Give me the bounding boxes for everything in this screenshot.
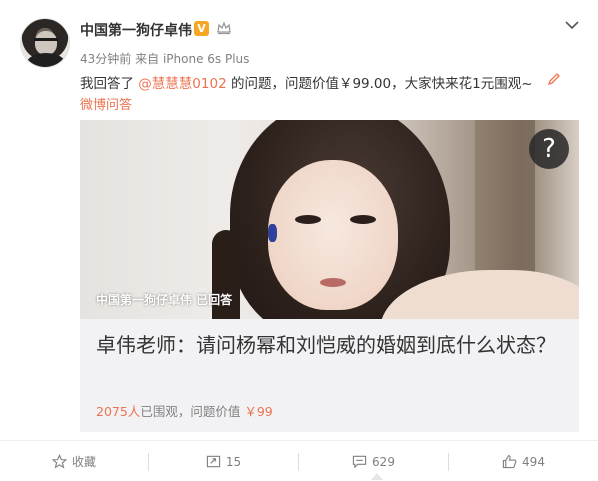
avatar-glasses (34, 38, 58, 44)
post-time[interactable]: 43分钟前 (80, 52, 131, 66)
post-text-before: 我回答了 (80, 76, 134, 92)
question-mark-icon[interactable]: ? (529, 129, 569, 169)
like-icon (502, 455, 517, 469)
question-stats: 2075人已围观，问题价值 ￥99 (96, 401, 273, 420)
mention-link[interactable]: @慧慧慧0102 (138, 76, 226, 92)
like-button[interactable]: 494 (449, 441, 598, 481)
verified-badge-icon: V (194, 21, 209, 36)
question-price: ￥99 (244, 404, 273, 419)
viewer-suffix: 已围观，问题价值 (140, 404, 241, 419)
dropdown-icon[interactable] (563, 16, 581, 34)
pencil-icon[interactable] (547, 71, 561, 86)
image-earring (268, 224, 277, 242)
post-text: 我回答了 @慧慧慧0102 的问题，问题价值￥99.00，大家快来花1元围观~ (80, 72, 533, 92)
comment-expand-caret (371, 473, 383, 480)
favorite-label: 收藏 (71, 455, 96, 469)
action-bar: 收藏 15 629 494 (0, 440, 598, 481)
image-face (268, 160, 398, 310)
question-card-image[interactable]: ? 中国第一狗仔卓伟 已回答 (80, 120, 579, 319)
avatar[interactable] (20, 18, 70, 68)
star-icon (51, 454, 67, 469)
image-eye-right (350, 215, 376, 224)
image-lips (320, 278, 346, 287)
repost-count: 15 (225, 454, 242, 469)
repost-icon (206, 455, 221, 468)
post-source[interactable]: iPhone 6s Plus (163, 52, 249, 66)
source-prefix: 来自 (135, 52, 160, 66)
viewer-count: 2075人 (96, 404, 141, 419)
post-text-after: 的问题，问题价值￥99.00，大家快来花1元围观~ (230, 76, 533, 92)
crown-icon (216, 21, 232, 36)
question-title[interactable]: 卓伟老师：请问杨幂和刘恺威的婚姻到底什么状态？ (96, 330, 566, 361)
username[interactable]: 中国第一狗仔卓伟 (80, 20, 192, 40)
avatar-body (27, 53, 65, 67)
favorite-button[interactable]: 收藏 (0, 441, 148, 481)
repost-button[interactable]: 15 (149, 441, 298, 481)
post-meta: 43分钟前 来自 iPhone 6s Plus (80, 50, 249, 67)
weibo-qa-link[interactable]: 微博问答 (80, 94, 132, 113)
comment-count: 629 (372, 454, 395, 469)
question-card[interactable]: ? 中国第一狗仔卓伟 已回答 卓伟老师：请问杨幂和刘恺威的婚姻到底什么状态？ 2… (80, 120, 579, 432)
image-eye-left (295, 215, 321, 224)
answered-overlay: 中国第一狗仔卓伟 已回答 (96, 293, 233, 307)
like-count: 494 (522, 454, 545, 469)
comment-icon (352, 455, 367, 469)
